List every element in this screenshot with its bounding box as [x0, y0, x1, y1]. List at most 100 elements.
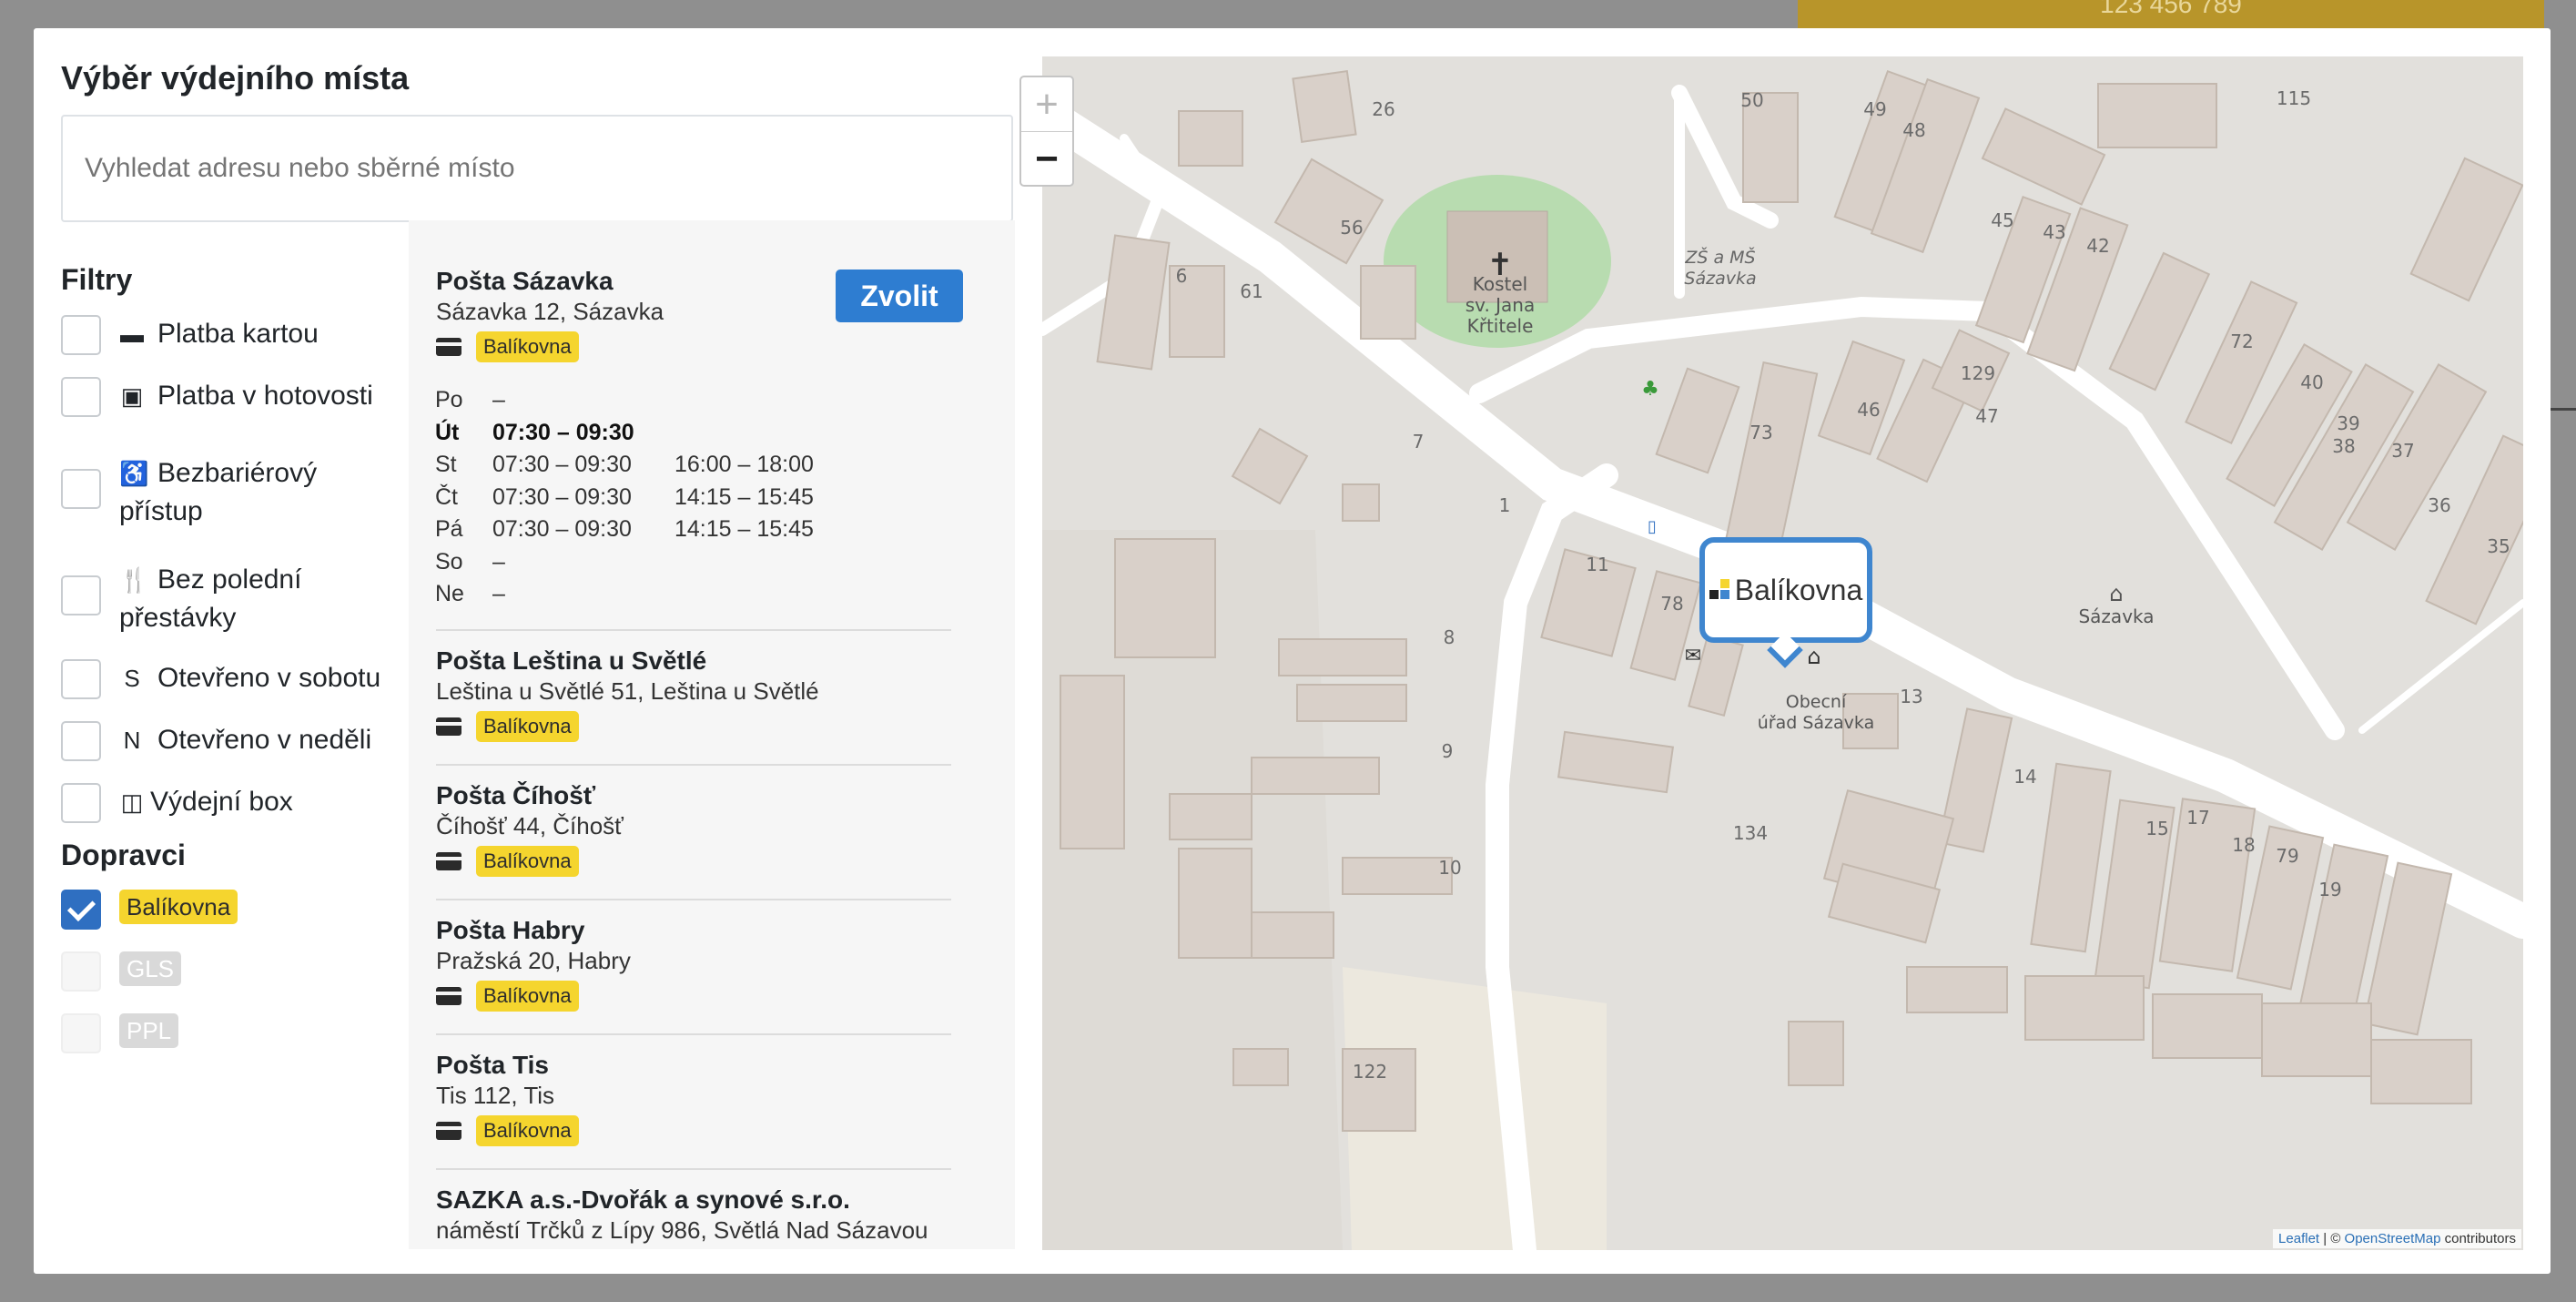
- church-label: Křtitele: [1467, 315, 1534, 337]
- filter-barrier-free[interactable]: ♿ Bezbariérový přístup: [61, 454, 434, 531]
- village-label: Sázavka: [2078, 605, 2154, 627]
- carrier-badge: Balíkovna: [476, 981, 579, 1012]
- bus-stop-icon: ▯: [1648, 517, 1657, 536]
- house-number: 14: [2013, 766, 2036, 788]
- item-name: SAZKA a.s.-Dvořák a synové s.r.o.: [436, 1185, 850, 1214]
- search-input[interactable]: [61, 115, 1013, 222]
- carrier-balikovna[interactable]: Balíkovna: [61, 890, 434, 930]
- carrier-badge: GLS: [119, 951, 182, 986]
- house-number: 1: [1499, 494, 1511, 516]
- hours-day: St: [435, 452, 457, 478]
- leaflet-link[interactable]: Leaflet: [2278, 1231, 2319, 1246]
- filter-label: Platba kartou: [157, 319, 319, 349]
- house-number: 8: [1444, 626, 1455, 648]
- house-number: 19: [2318, 879, 2341, 900]
- item-address: Pražská 20, Habry: [436, 947, 631, 974]
- hours-slot: 07:30 – 09:30: [492, 516, 632, 543]
- filter-no-lunch-break[interactable]: 🍴 Bez polední přestávky: [61, 561, 434, 637]
- carrier-badge: Balíkovna: [476, 846, 579, 877]
- filter-box-checkbox[interactable]: [61, 783, 101, 823]
- choose-button[interactable]: Zvolit: [836, 270, 963, 322]
- zoom-control: + −: [1019, 76, 1074, 187]
- filter-cash-payment[interactable]: ▣ Platba v hotovosti: [61, 377, 434, 417]
- zoom-in-button[interactable]: +: [1021, 77, 1072, 132]
- house-number: 7: [1413, 431, 1425, 453]
- filter-card-payment[interactable]: ▬ Platba kartou: [61, 315, 434, 355]
- box-icon: ◫: [120, 788, 144, 816]
- saturday-icon: S: [124, 665, 140, 692]
- hours-day: Pá: [435, 516, 463, 543]
- hours-day: Po: [435, 387, 463, 413]
- house-number: 18: [2232, 834, 2255, 856]
- filter-label: Bezbariérový: [157, 458, 318, 488]
- carrier-badge: Balíkovna: [476, 711, 579, 742]
- divider: [436, 629, 951, 631]
- filter-label-line2: přestávky: [119, 603, 237, 633]
- house-number: 73: [1749, 422, 1772, 443]
- hours-slot: 07:30 – 09:30: [492, 483, 632, 510]
- list-item[interactable]: Pošta Leština u Světlé Leština u Světlé …: [436, 646, 951, 742]
- filter-no-lunch-checkbox[interactable]: [61, 575, 101, 615]
- filter-open-sunday[interactable]: N Otevřeno v neděli: [61, 721, 434, 761]
- house-number: 79: [2276, 845, 2298, 867]
- modal-title: Výběr výdejního místa: [61, 59, 410, 97]
- hours-row: So –: [435, 546, 814, 579]
- list-item[interactable]: Pošta Tis Tis 112, Tis Balíkovna: [436, 1050, 951, 1146]
- map-marker-popup[interactable]: Balíkovna: [1699, 537, 1872, 643]
- house-number: 56: [1340, 217, 1363, 239]
- house-number: 43: [2043, 221, 2065, 243]
- house-number: 134: [1733, 822, 1768, 844]
- filter-label: Platba v hotovosti: [157, 381, 373, 411]
- list-item[interactable]: Pošta Habry Pražská 20, Habry Balíkovna: [436, 915, 951, 1012]
- filter-pickup-box[interactable]: ◫ Výdejní box: [61, 783, 434, 823]
- tree-icon: ♣: [1641, 378, 1659, 401]
- osm-link[interactable]: OpenStreetMap: [2345, 1231, 2441, 1246]
- filter-card-checkbox[interactable]: [61, 315, 101, 355]
- hours-slot: –: [492, 548, 505, 575]
- house-number: 13: [1900, 686, 1922, 707]
- church-cross-icon: ✝: [1487, 247, 1514, 283]
- map-attribution: Leaflet | © OpenStreetMap contributors: [2273, 1229, 2521, 1248]
- card-icon: [436, 1122, 461, 1140]
- house-number: 6: [1176, 265, 1188, 287]
- hours-day: Čt: [435, 483, 458, 510]
- zoom-out-button[interactable]: −: [1021, 132, 1072, 186]
- house-number: 36: [2428, 494, 2450, 516]
- pickup-point-list[interactable]: Pošta Sázavka Sázavka 12, Sázavka Balíko…: [409, 220, 1015, 1249]
- carriers-heading: Dopravci: [61, 839, 186, 871]
- hours-day: Út: [435, 419, 460, 445]
- filter-sunday-checkbox[interactable]: [61, 721, 101, 761]
- house-number: 49: [1863, 98, 1886, 120]
- filter-label-wrap: 🍴 Bez polední přestávky: [119, 561, 301, 637]
- hours-row: Ne –: [435, 578, 814, 611]
- school-label: ZŠ a MŠ: [1684, 246, 1755, 268]
- house-number: 42: [2086, 235, 2109, 257]
- hours-day: So: [435, 548, 463, 575]
- house-number: 72: [2230, 331, 2253, 352]
- card-icon: ▬: [120, 320, 144, 348]
- hours-slot: 14:15 – 15:45: [674, 516, 814, 543]
- carrier-gls: GLS: [61, 951, 434, 992]
- house-number: 9: [1442, 740, 1454, 762]
- hours-slot: 14:15 – 15:45: [674, 483, 814, 510]
- filter-barrier-free-checkbox[interactable]: [61, 469, 101, 509]
- filter-saturday-checkbox[interactable]: [61, 659, 101, 699]
- filter-label: Výdejní box: [150, 787, 293, 817]
- carrier-balikovna-checkbox[interactable]: [61, 890, 101, 930]
- balikovna-logo-icon: [1709, 579, 1731, 601]
- card-icon: [436, 852, 461, 870]
- office-label: úřad Sázavka: [1758, 713, 1874, 733]
- school-label: Sázavka: [1684, 269, 1756, 289]
- list-item[interactable]: Pošta Číhošť Číhošť 44, Číhošť Balíkovna: [436, 780, 951, 877]
- filter-open-saturday[interactable]: S Otevřeno v sobotu: [61, 659, 434, 699]
- background-divider: [2549, 408, 2576, 411]
- house-number: 26: [1372, 98, 1394, 120]
- card-icon: [436, 717, 461, 736]
- sunday-icon: N: [123, 727, 141, 754]
- village-icon: ⌂: [2109, 581, 2123, 606]
- filter-label-line2: přístup: [119, 496, 203, 526]
- hours-slot: –: [492, 387, 505, 413]
- house-number: 122: [1353, 1061, 1387, 1083]
- list-item[interactable]: SAZKA a.s.-Dvořák a synové s.r.o. náměst…: [436, 1185, 951, 1245]
- filter-cash-checkbox[interactable]: [61, 377, 101, 417]
